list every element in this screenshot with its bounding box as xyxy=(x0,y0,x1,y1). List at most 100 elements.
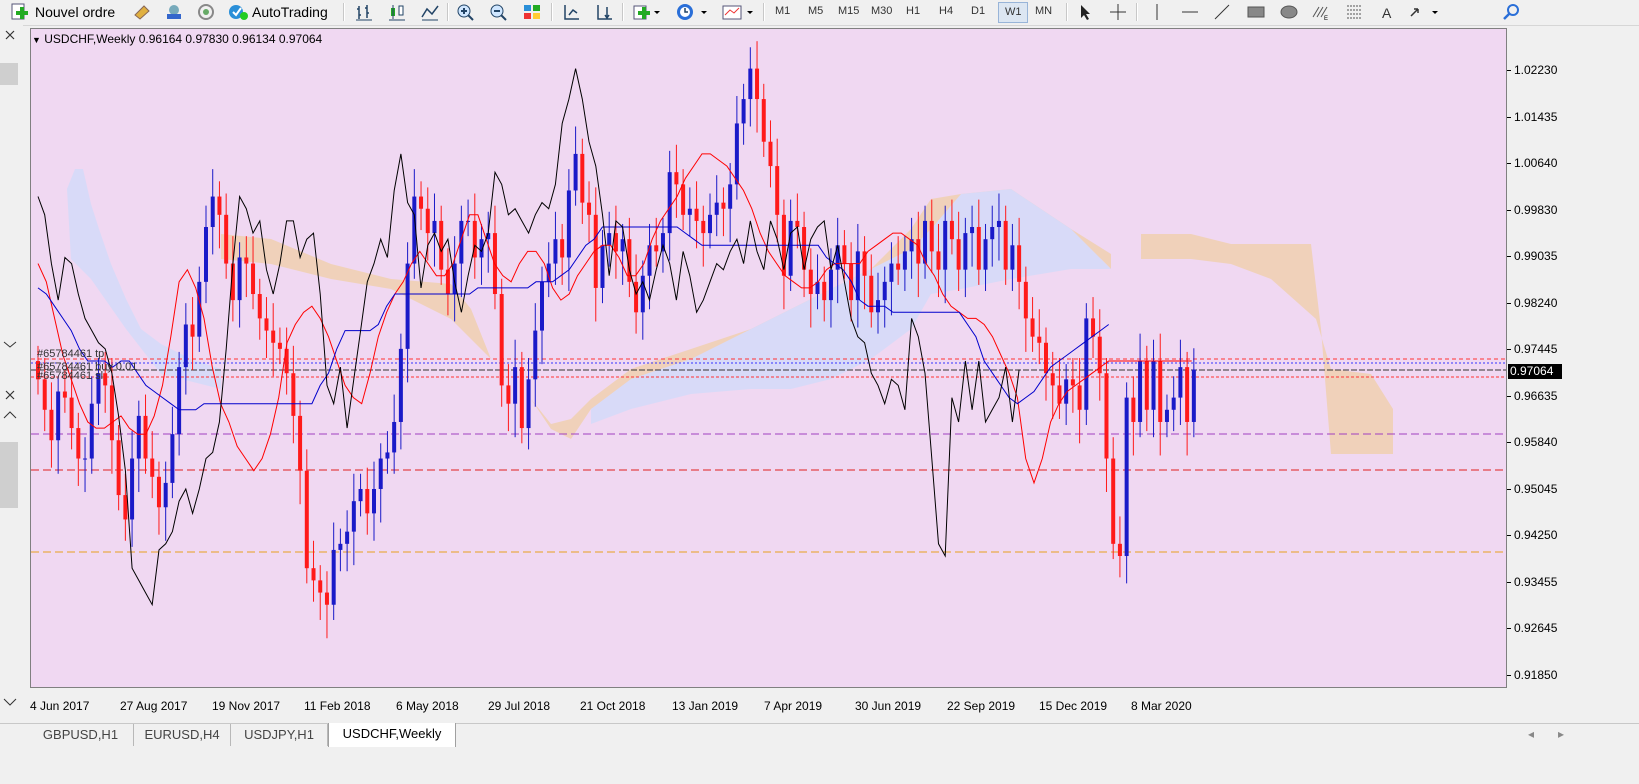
candle-body xyxy=(708,214,712,234)
signals-button[interactable] xyxy=(194,2,218,22)
fibonacci-expansion-button[interactable]: E xyxy=(1309,2,1333,22)
trendline-button[interactable] xyxy=(1210,2,1234,22)
candle-body xyxy=(573,153,578,191)
candle-body xyxy=(365,488,370,514)
chart-window[interactable] xyxy=(30,28,1507,688)
candle-body xyxy=(83,458,88,460)
candle-body xyxy=(1131,397,1136,422)
rectangle-icon xyxy=(1246,3,1266,21)
tab-scroll-right-icon[interactable]: ▸ xyxy=(1558,727,1564,741)
tab-scroll-left-icon[interactable]: ◂ xyxy=(1528,727,1534,741)
candle-body xyxy=(842,245,847,264)
candle-body xyxy=(553,239,558,264)
market-watch-button[interactable] xyxy=(162,2,186,22)
price-label: 0.93455 xyxy=(1514,574,1558,589)
crosshair-button[interactable] xyxy=(1106,2,1130,22)
price-label: 0.97445 xyxy=(1514,342,1558,356)
templates-button[interactable] xyxy=(719,2,757,22)
order-tp-label[interactable]: #65784461 tp xyxy=(37,348,104,360)
main-toolbar: Nouvel ordre AutoTrading M1 M5 M15 M30 H… xyxy=(0,0,1639,26)
candle-body xyxy=(351,501,356,532)
candle-body xyxy=(271,330,276,343)
candle-body xyxy=(970,227,975,234)
periods-button[interactable] xyxy=(673,2,711,22)
date-label: 30 Jun 2019 xyxy=(855,699,922,713)
price-label: 0.98240 xyxy=(1514,295,1558,310)
arrows-button[interactable] xyxy=(1407,2,1443,22)
candle-body xyxy=(687,208,692,215)
candlestick-button[interactable] xyxy=(385,2,409,22)
autoscroll-icon xyxy=(594,3,614,21)
price-label: 1.01435 xyxy=(1514,109,1558,124)
ellipse-button[interactable] xyxy=(1277,2,1301,22)
price-tick xyxy=(1507,488,1511,490)
candle-body xyxy=(109,385,114,441)
current-price-label: 0.97064 xyxy=(1508,364,1562,379)
periods-icon xyxy=(675,3,709,21)
autoscroll-button[interactable] xyxy=(592,2,616,22)
candle-body xyxy=(251,263,256,295)
candle-body xyxy=(587,202,592,215)
chart-canvas[interactable] xyxy=(31,29,1506,687)
zoom-out-button[interactable] xyxy=(487,2,511,22)
candle-body xyxy=(466,220,471,222)
indicators-button[interactable] xyxy=(630,2,664,22)
rectangle-button[interactable] xyxy=(1244,2,1268,22)
search-icon xyxy=(1502,3,1522,21)
horizontal-line-button[interactable] xyxy=(1178,2,1202,22)
candle-body xyxy=(150,458,155,477)
candle-body xyxy=(76,428,81,459)
new-order-button[interactable]: Nouvel ordre xyxy=(10,2,122,22)
candle-body xyxy=(681,184,686,215)
candle-body xyxy=(156,476,161,508)
candle-body xyxy=(963,233,968,270)
candle-body xyxy=(667,172,672,234)
line-chart-button[interactable] xyxy=(418,2,442,22)
candle-body xyxy=(1164,409,1169,422)
cursor-button[interactable] xyxy=(1073,2,1097,22)
autotrading-button[interactable]: AutoTrading xyxy=(227,2,337,22)
arrows-icon xyxy=(1408,3,1442,21)
svg-text:A: A xyxy=(1382,5,1392,21)
tile-windows-button[interactable] xyxy=(520,2,544,22)
expert-button[interactable] xyxy=(130,2,154,22)
search-button[interactable] xyxy=(1500,2,1524,22)
candle-body xyxy=(392,421,397,453)
text-button[interactable]: A xyxy=(1375,2,1399,22)
scroll-button[interactable] xyxy=(559,2,583,22)
candle-body xyxy=(217,196,222,215)
candle-body xyxy=(419,196,424,209)
chevron-down-icon xyxy=(3,341,17,348)
tab-gbpusd-h1[interactable]: GBPUSD,H1 xyxy=(28,724,134,746)
candle-body xyxy=(902,251,907,270)
candle-body xyxy=(62,391,67,398)
candle-body xyxy=(943,220,948,270)
candle-body xyxy=(795,220,800,228)
candle-body xyxy=(526,379,531,429)
candle-body xyxy=(1010,245,1015,270)
tab-usdjpy-h1[interactable]: USDJPY,H1 xyxy=(231,724,328,746)
order-sl-label[interactable]: #65784461 sl xyxy=(37,370,103,382)
candle-body xyxy=(1037,336,1042,343)
candle-body xyxy=(654,245,659,252)
bar-chart-button[interactable] xyxy=(352,2,376,22)
price-tick xyxy=(1507,209,1511,211)
vertical-line-button[interactable] xyxy=(1145,2,1169,22)
candle-body xyxy=(1077,385,1082,410)
candle-body xyxy=(513,367,518,404)
candle-body xyxy=(237,257,242,301)
templates-icon xyxy=(721,3,755,21)
tab-eurusd-h4[interactable]: EURUSD,H4 xyxy=(134,724,231,746)
timeframe-w1[interactable]: W1 xyxy=(998,2,1028,23)
status-area xyxy=(0,747,1639,784)
candle-body xyxy=(674,172,679,185)
left-side-panel xyxy=(0,25,23,725)
price-label: 0.99830 xyxy=(1514,202,1558,217)
candle-body xyxy=(136,415,141,459)
new-order-label: Nouvel ordre xyxy=(35,4,116,20)
tab-usdchf-weekly[interactable]: USDCHF,Weekly xyxy=(328,723,456,748)
chevron-down-icon xyxy=(3,698,17,706)
zoom-in-button[interactable] xyxy=(454,2,478,22)
fibonacci-button[interactable] xyxy=(1342,2,1366,22)
candle-body xyxy=(822,281,827,301)
